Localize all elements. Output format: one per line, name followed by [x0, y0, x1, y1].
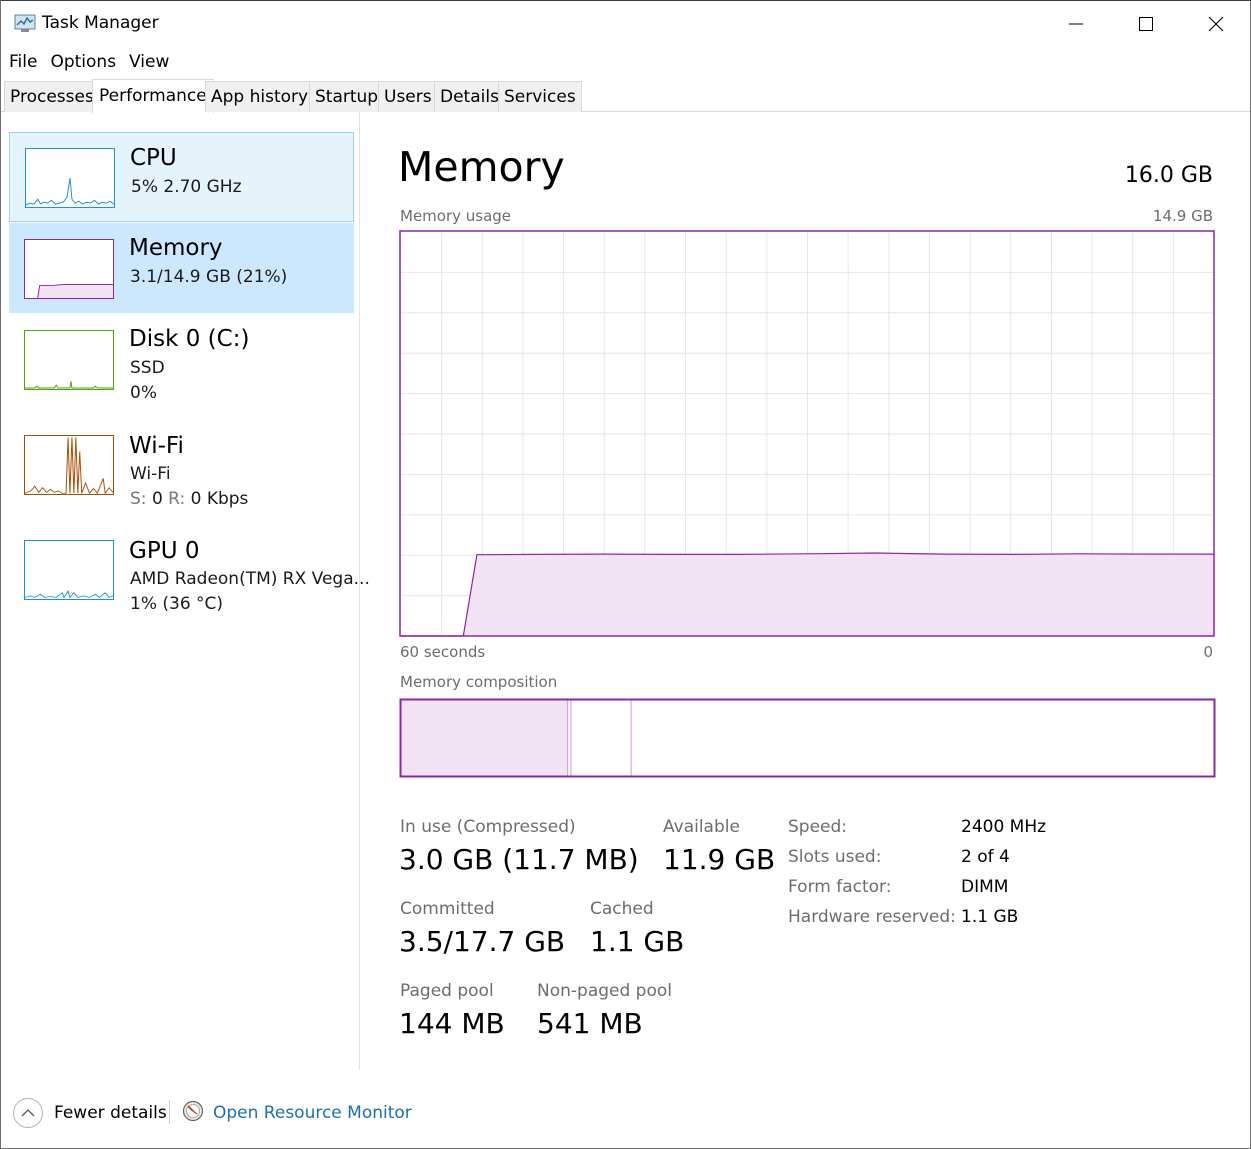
wifi-recv-label: R: — [168, 489, 186, 509]
resource-item-cpu[interactable]: CPU 5% 2.70 GHz — [9, 132, 354, 222]
memory-detail: 3.1/14.9 GB (21%) — [130, 267, 288, 287]
fewer-details-label[interactable]: Fewer details — [54, 1103, 167, 1123]
non-paged-pool-value: 541 MB — [537, 1007, 643, 1040]
task-manager-app-icon — [14, 14, 36, 32]
form-factor-label: Form factor: — [788, 877, 892, 897]
maximize-icon — [1139, 17, 1153, 31]
resource-item-memory[interactable]: Memory 3.1/14.9 GB (21%) — [9, 223, 354, 313]
gpu-mini-graph — [24, 540, 114, 600]
tab-details[interactable]: Details — [434, 81, 505, 112]
wifi-name: Wi-Fi — [129, 433, 184, 459]
window-title: Task Manager — [42, 13, 159, 33]
available-value: 11.9 GB — [663, 843, 776, 876]
tab-strip: Processes Performance App history Startu… — [1, 79, 1250, 113]
committed-label: Committed — [400, 899, 495, 919]
hardware-reserved-value: 1.1 GB — [961, 907, 1019, 927]
resource-item-disk[interactable]: Disk 0 (C:) SSD 0% — [9, 314, 354, 404]
available-label: Available — [663, 817, 740, 837]
memory-composition-bar — [399, 698, 1216, 778]
memory-usage-area — [401, 553, 1214, 636]
cached-value: 1.1 GB — [590, 925, 685, 958]
gpu-name: GPU 0 — [129, 538, 200, 564]
memory-name: Memory — [129, 235, 223, 261]
menu-file[interactable]: File — [1, 49, 44, 75]
non-paged-pool-label: Non-paged pool — [537, 981, 672, 1001]
resource-item-wifi[interactable]: Wi-Fi Wi-Fi S: 0 R: 0 Kbps — [9, 419, 354, 509]
resource-item-gpu[interactable]: GPU 0 AMD Radeon(TM) RX Vega... 1% (36 °… — [9, 524, 370, 614]
paged-pool-value: 144 MB — [399, 1007, 505, 1040]
tab-processes[interactable]: Processes — [4, 81, 100, 112]
menu-options[interactable]: Options — [44, 49, 123, 75]
fewer-details-button[interactable] — [13, 1098, 43, 1128]
cpu-name: CPU — [130, 145, 177, 171]
cpu-mini-graph — [25, 148, 115, 208]
close-button[interactable] — [1181, 1, 1251, 47]
maximize-button[interactable] — [1111, 1, 1181, 47]
disk-detail: 0% — [130, 383, 157, 403]
wifi-type: Wi-Fi — [130, 464, 171, 484]
wifi-send-label: S: — [130, 489, 147, 509]
total-memory: 16.0 GB — [1124, 163, 1213, 188]
chevron-up-icon — [21, 1109, 35, 1117]
axis-left-label: 60 seconds — [400, 643, 486, 661]
axis-right-label: 0 — [1203, 643, 1213, 661]
minimize-icon — [1069, 23, 1083, 25]
tab-app-history[interactable]: App history — [205, 81, 315, 112]
in-use-label: In use (Compressed) — [400, 817, 576, 837]
task-manager-window: Task Manager File Options View Processes… — [0, 0, 1251, 1149]
tab-users[interactable]: Users — [378, 81, 438, 112]
slots-used-value: 2 of 4 — [961, 847, 1010, 867]
tab-startup[interactable]: Startup — [309, 81, 385, 112]
hardware-reserved-label: Hardware reserved: — [788, 907, 956, 927]
in-use-value: 3.0 GB (11.7 MB) — [399, 843, 639, 876]
slots-used-label: Slots used: — [788, 847, 882, 867]
form-factor-value: DIMM — [961, 877, 1009, 897]
cpu-detail: 5% 2.70 GHz — [131, 177, 242, 197]
speed-label: Speed: — [788, 817, 848, 837]
cached-label: Cached — [590, 899, 654, 919]
committed-value: 3.5/17.7 GB — [399, 925, 566, 958]
resource-list: CPU 5% 2.70 GHz Memory 3.1/14.9 GB (21%)… — [1, 112, 370, 1070]
open-resource-monitor-link[interactable]: Open Resource Monitor — [213, 1103, 412, 1123]
paged-pool-label: Paged pool — [400, 981, 494, 1001]
memory-composition-label: Memory composition — [400, 673, 558, 691]
tab-performance[interactable]: Performance — [92, 79, 214, 113]
disk-type: SSD — [130, 358, 165, 378]
wifi-recv-value: 0 Kbps — [190, 489, 249, 509]
footer-bar: Fewer details Open Resource Monitor — [1, 1076, 1250, 1148]
title-bar[interactable]: Task Manager — [1, 1, 1250, 47]
speed-value: 2400 MHz — [961, 817, 1047, 837]
minimize-button[interactable] — [1041, 1, 1111, 47]
memory-usage-max: 14.9 GB — [1152, 207, 1213, 225]
resource-monitor-icon — [182, 1100, 204, 1122]
gpu-model: AMD Radeon(TM) RX Vega... — [130, 569, 370, 589]
composition-in-use-segment — [401, 700, 568, 776]
wifi-throughput: S: 0 R: 0 Kbps — [130, 489, 248, 509]
disk-name: Disk 0 (C:) — [129, 326, 250, 352]
tab-services[interactable]: Services — [498, 81, 582, 112]
disk-mini-graph — [24, 330, 114, 390]
gpu-detail: 1% (36 °C) — [130, 594, 224, 614]
menu-view[interactable]: View — [123, 49, 176, 75]
memory-usage-label: Memory usage — [400, 207, 512, 225]
menu-bar: File Options View — [1, 49, 176, 75]
wifi-send-value: 0 — [151, 489, 163, 509]
footer-separator — [169, 1100, 170, 1124]
wifi-mini-graph — [24, 435, 114, 495]
close-icon — [1208, 16, 1224, 32]
page-title: Memory — [398, 143, 565, 191]
memory-mini-graph — [24, 239, 114, 299]
memory-usage-chart — [399, 230, 1215, 637]
